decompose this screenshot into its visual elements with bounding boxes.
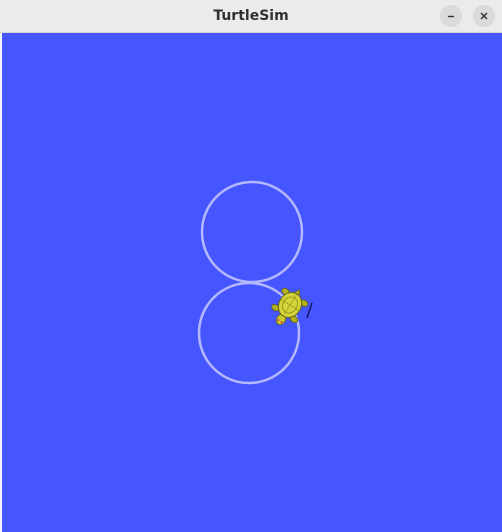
turtlesim-window: TurtleSim bbox=[0, 0, 502, 532]
title-bar[interactable]: TurtleSim bbox=[0, 0, 502, 33]
minimize-icon bbox=[448, 15, 454, 18]
minimize-button[interactable] bbox=[440, 5, 462, 27]
turtle-canvas[interactable] bbox=[2, 33, 502, 532]
canvas-drawing bbox=[197, 180, 313, 385]
window-title: TurtleSim bbox=[213, 8, 289, 24]
upper-trail-circle bbox=[200, 180, 304, 284]
close-button[interactable] bbox=[473, 5, 495, 27]
close-icon bbox=[480, 12, 488, 20]
